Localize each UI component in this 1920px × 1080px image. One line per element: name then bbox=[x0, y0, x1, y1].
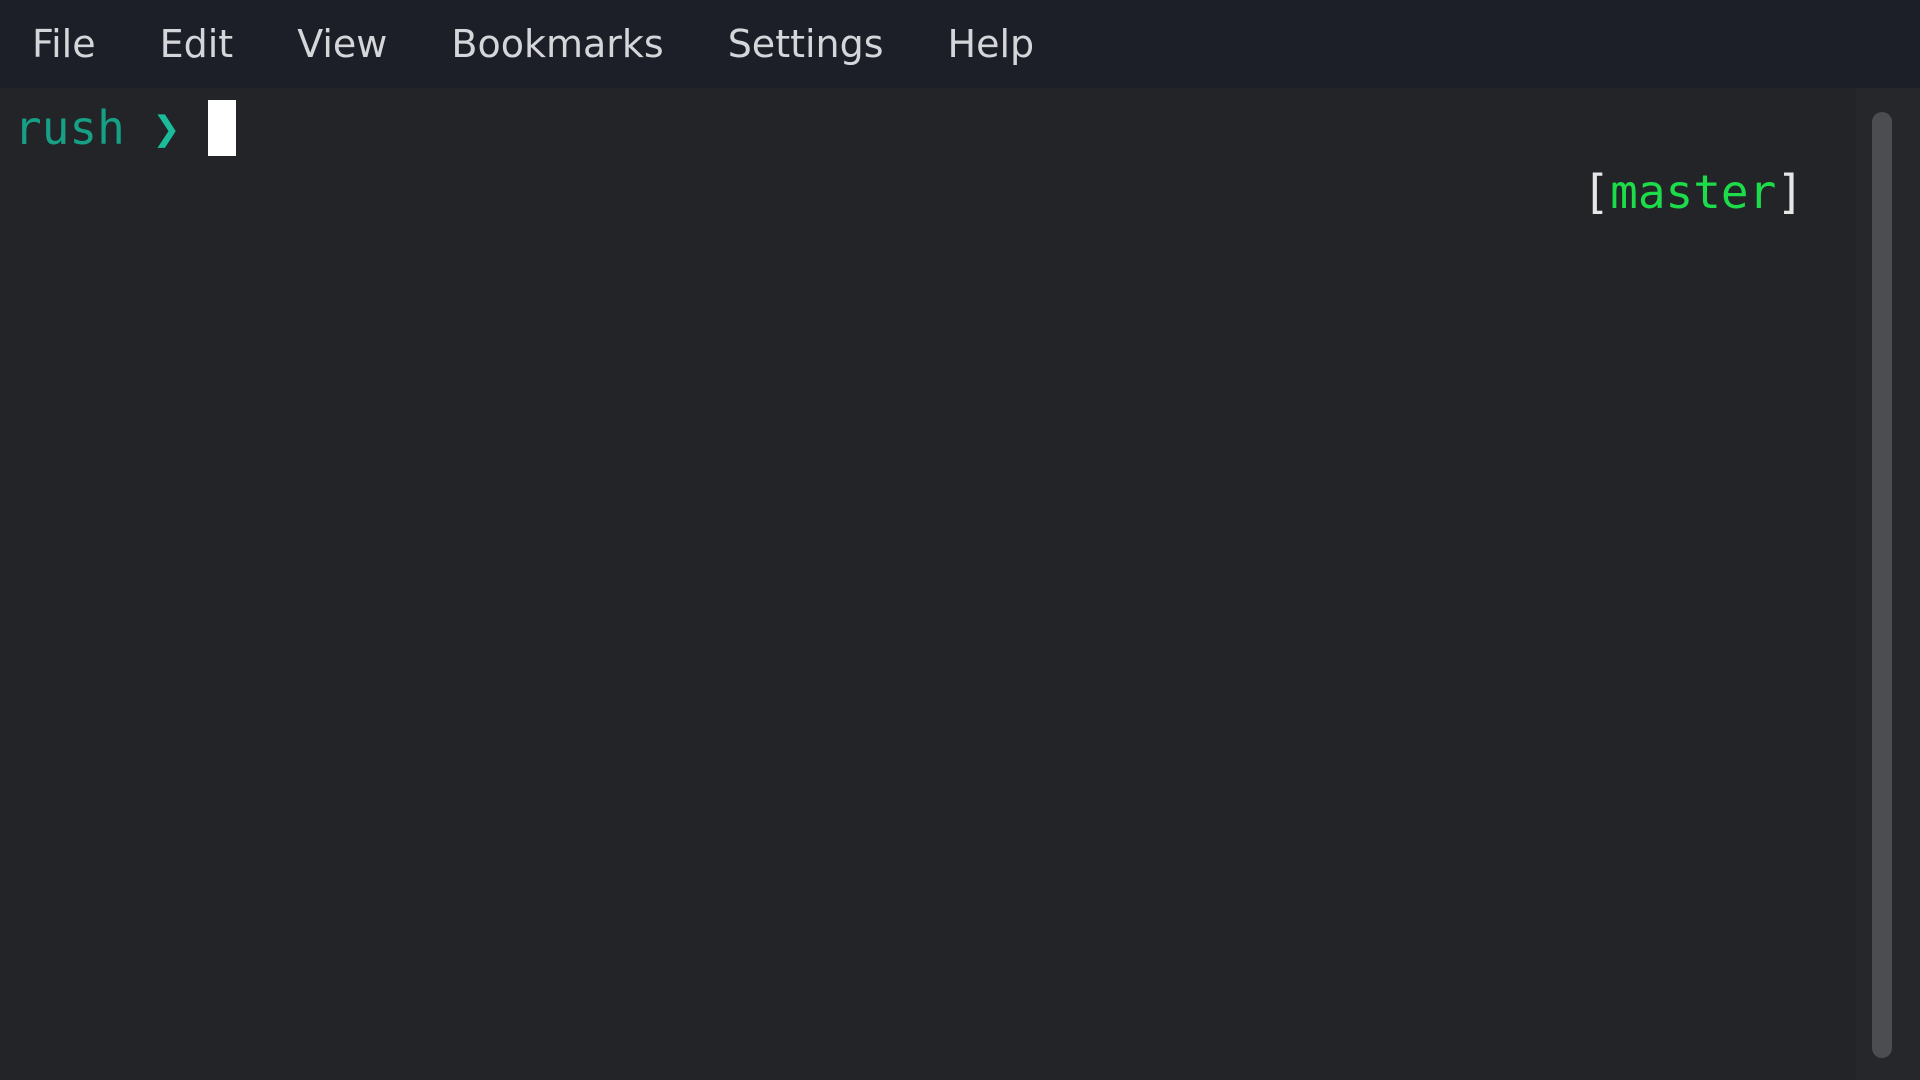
prompt-arrow-icon: ❯ bbox=[152, 101, 181, 155]
menu-bar: File Edit View Bookmarks Settings Help bbox=[0, 0, 1920, 88]
menu-bookmarks[interactable]: Bookmarks bbox=[419, 0, 695, 88]
git-branch-name: master bbox=[1610, 165, 1777, 219]
menu-file[interactable]: File bbox=[0, 0, 128, 88]
git-branch-indicator: [master] bbox=[1416, 96, 1804, 219]
menu-view[interactable]: View bbox=[265, 0, 419, 88]
menu-help[interactable]: Help bbox=[916, 0, 1067, 88]
menu-settings[interactable]: Settings bbox=[696, 0, 916, 88]
menu-edit[interactable]: Edit bbox=[128, 0, 266, 88]
scrollbar-track[interactable] bbox=[1856, 88, 1920, 1080]
git-bracket-open: [ bbox=[1582, 165, 1611, 219]
scrollbar-thumb[interactable] bbox=[1872, 112, 1892, 1058]
prompt-line: rush ❯ bbox=[14, 96, 237, 160]
terminal-window: File Edit View Bookmarks Settings Help r… bbox=[0, 0, 1920, 1080]
prompt-name: rush bbox=[14, 101, 125, 155]
git-bracket-close: ] bbox=[1776, 165, 1804, 219]
text-cursor bbox=[208, 100, 237, 156]
terminal-area[interactable]: rush ❯ [master] bbox=[0, 88, 1856, 1080]
